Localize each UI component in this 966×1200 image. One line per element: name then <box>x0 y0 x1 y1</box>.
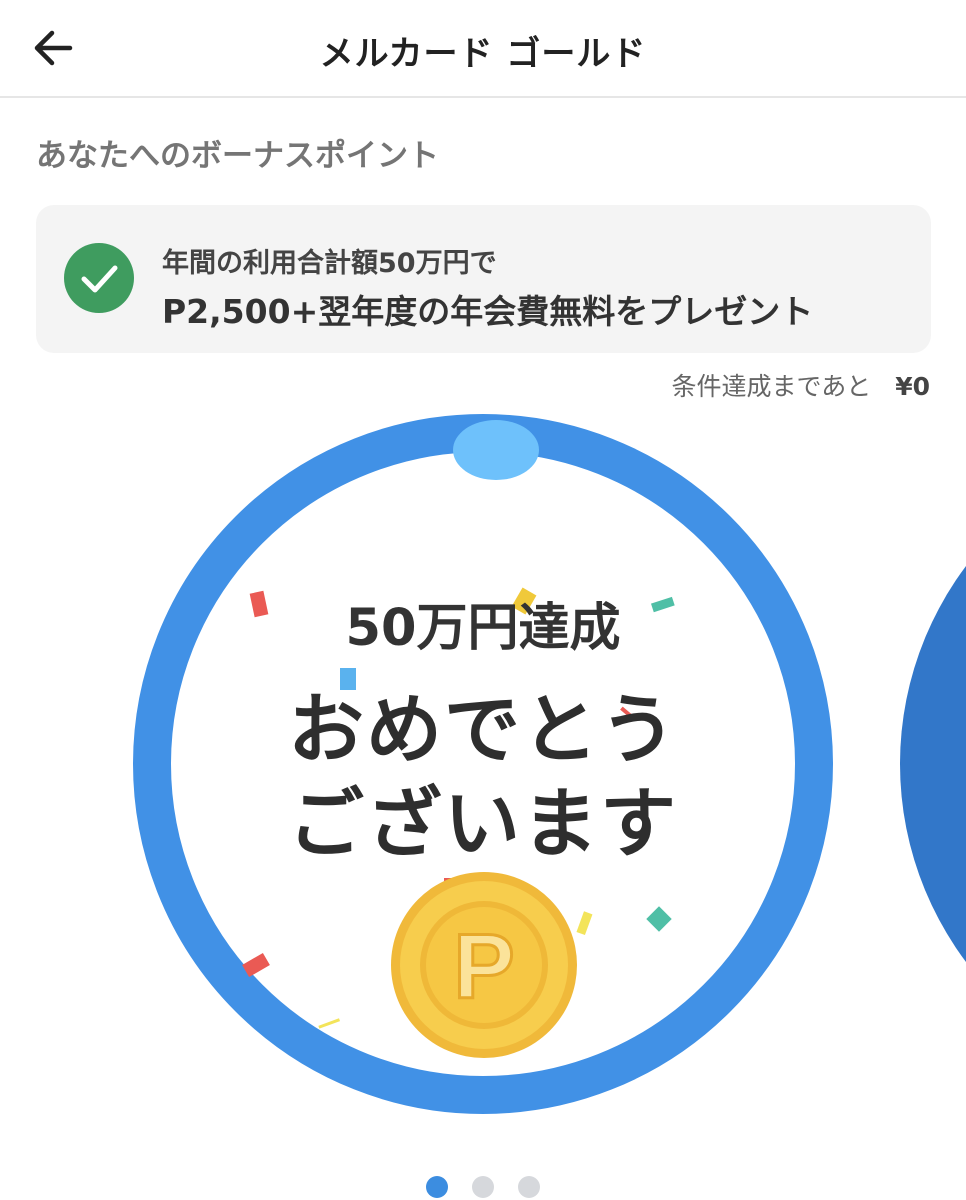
progress-knob <box>453 420 539 480</box>
app-header: メルカード ゴールド <box>0 0 966 98</box>
carousel-dot[interactable] <box>472 1176 494 1198</box>
coin-letter: P <box>453 916 514 1018</box>
point-coin-icon: P <box>391 872 577 1058</box>
section-title: あなたへのボーナスポイント <box>36 138 439 174</box>
bonus-condition-text: 年間の利用合計額50万円で <box>162 248 497 279</box>
remaining-label: 条件達成まであと <box>671 372 872 401</box>
bonus-card: 年間の利用合計額50万円で P2,500+翌年度の年会費無料をプレゼント <box>36 205 931 353</box>
page-title: メルカード ゴールド <box>319 34 647 74</box>
carousel-dot[interactable] <box>518 1176 540 1198</box>
remaining-amount-row: 条件達成まであと ¥0 <box>671 367 930 403</box>
bonus-reward-text: P2,500+翌年度の年会費無料をプレゼント <box>162 292 814 331</box>
achievement-label: 50万円達成 <box>345 599 621 658</box>
carousel-dot[interactable] <box>426 1176 448 1198</box>
check-circle-icon <box>64 243 134 313</box>
remaining-amount: ¥0 <box>895 372 930 401</box>
congrats-line-2: ございます <box>288 779 678 868</box>
carousel-pagination <box>0 1176 966 1200</box>
